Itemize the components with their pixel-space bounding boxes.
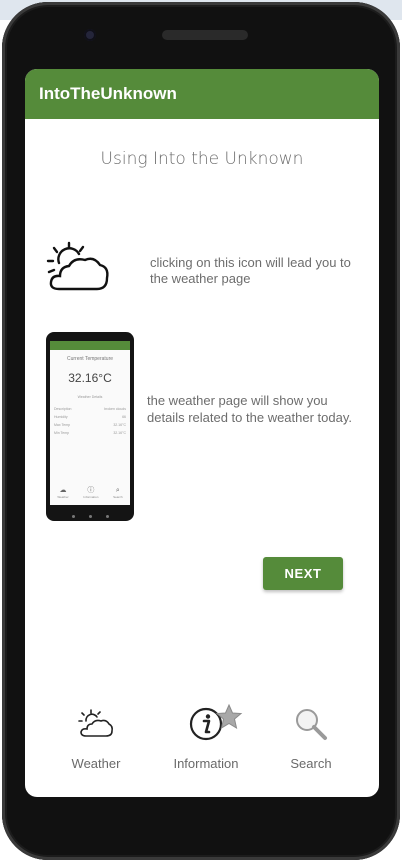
weather-icon-hint: clicking on this icon will lead you to t…: [150, 255, 351, 286]
nav-label-search: Search: [290, 756, 332, 771]
preview-row-value: 32.16°C: [113, 431, 126, 435]
preview-nav-label: Weather: [57, 495, 69, 499]
preview-nav-information: ⓘ Information: [83, 487, 98, 499]
weather-page-preview: Current Temperature 32.16°C Weather Deta…: [46, 332, 134, 521]
app-screen: IntoTheUnknown Using Into the Unknown cl…: [25, 69, 379, 797]
app-title: IntoTheUnknown: [39, 84, 177, 103]
preview-temperature: 32.16°C: [68, 371, 112, 385]
preview-row: Min Temp 32.16°C: [54, 431, 126, 435]
preview-details-table: Description broken clouds Humidity 66 Max …: [54, 407, 126, 435]
preview-screen: Current Temperature 32.16°C Weather Deta…: [50, 341, 130, 505]
nav-item-weather[interactable]: Weather: [46, 704, 146, 771]
preview-nav-label: Search: [113, 495, 123, 499]
nav-item-search[interactable]: Search: [261, 704, 361, 771]
earpiece-speaker: [162, 30, 248, 40]
preview-soft-keys: [46, 515, 134, 518]
preview-row-value: broken clouds: [104, 407, 126, 411]
preview-row-value: 32.16°C: [113, 423, 126, 427]
preview-nav-label: Information: [83, 495, 99, 499]
preview-cloud-icon: ☁: [59, 487, 67, 494]
weather-icon: [76, 704, 116, 744]
preview-row: Max Temp 32.16°C: [54, 423, 126, 427]
preview-bottom-nav: ☁ Weather ⓘ Information ⌕ Search: [50, 487, 130, 499]
nav-label-weather: Weather: [71, 756, 121, 771]
preview-row-label: Min Temp: [54, 431, 70, 435]
preview-row: Humidity 66: [54, 415, 126, 419]
preview-nav-weather: ☁ Weather: [57, 487, 68, 499]
app-bar: IntoTheUnknown: [25, 69, 379, 119]
preview-nav-search: ⌕ Search: [113, 487, 123, 499]
page-heading: Using Into the Unknown: [100, 149, 304, 169]
preview-app-bar: [50, 341, 130, 350]
preview-row-label: Description: [54, 407, 72, 411]
search-icon: [291, 704, 331, 744]
front-camera: [84, 29, 96, 41]
preview-row-value: 66: [122, 415, 126, 419]
bottom-navigation: Weather Information Search: [25, 704, 379, 784]
preview-row-label: Humidity: [54, 415, 68, 419]
preview-subheading: Weather Details: [77, 395, 103, 399]
nav-label-information: Information: [173, 756, 239, 771]
preview-heading: Current Temperature: [66, 356, 114, 362]
preview-row: Description broken clouds: [54, 407, 126, 411]
next-button[interactable]: NEXT: [263, 557, 343, 590]
preview-search-icon: ⌕: [115, 487, 120, 494]
weather-page-hint: the weather page will show you details r…: [147, 393, 352, 425]
star-icon: [215, 703, 243, 730]
preview-info-icon: ⓘ: [87, 487, 95, 494]
partly-cloudy-icon: [46, 241, 109, 291]
preview-row-label: Max Temp: [54, 423, 71, 427]
